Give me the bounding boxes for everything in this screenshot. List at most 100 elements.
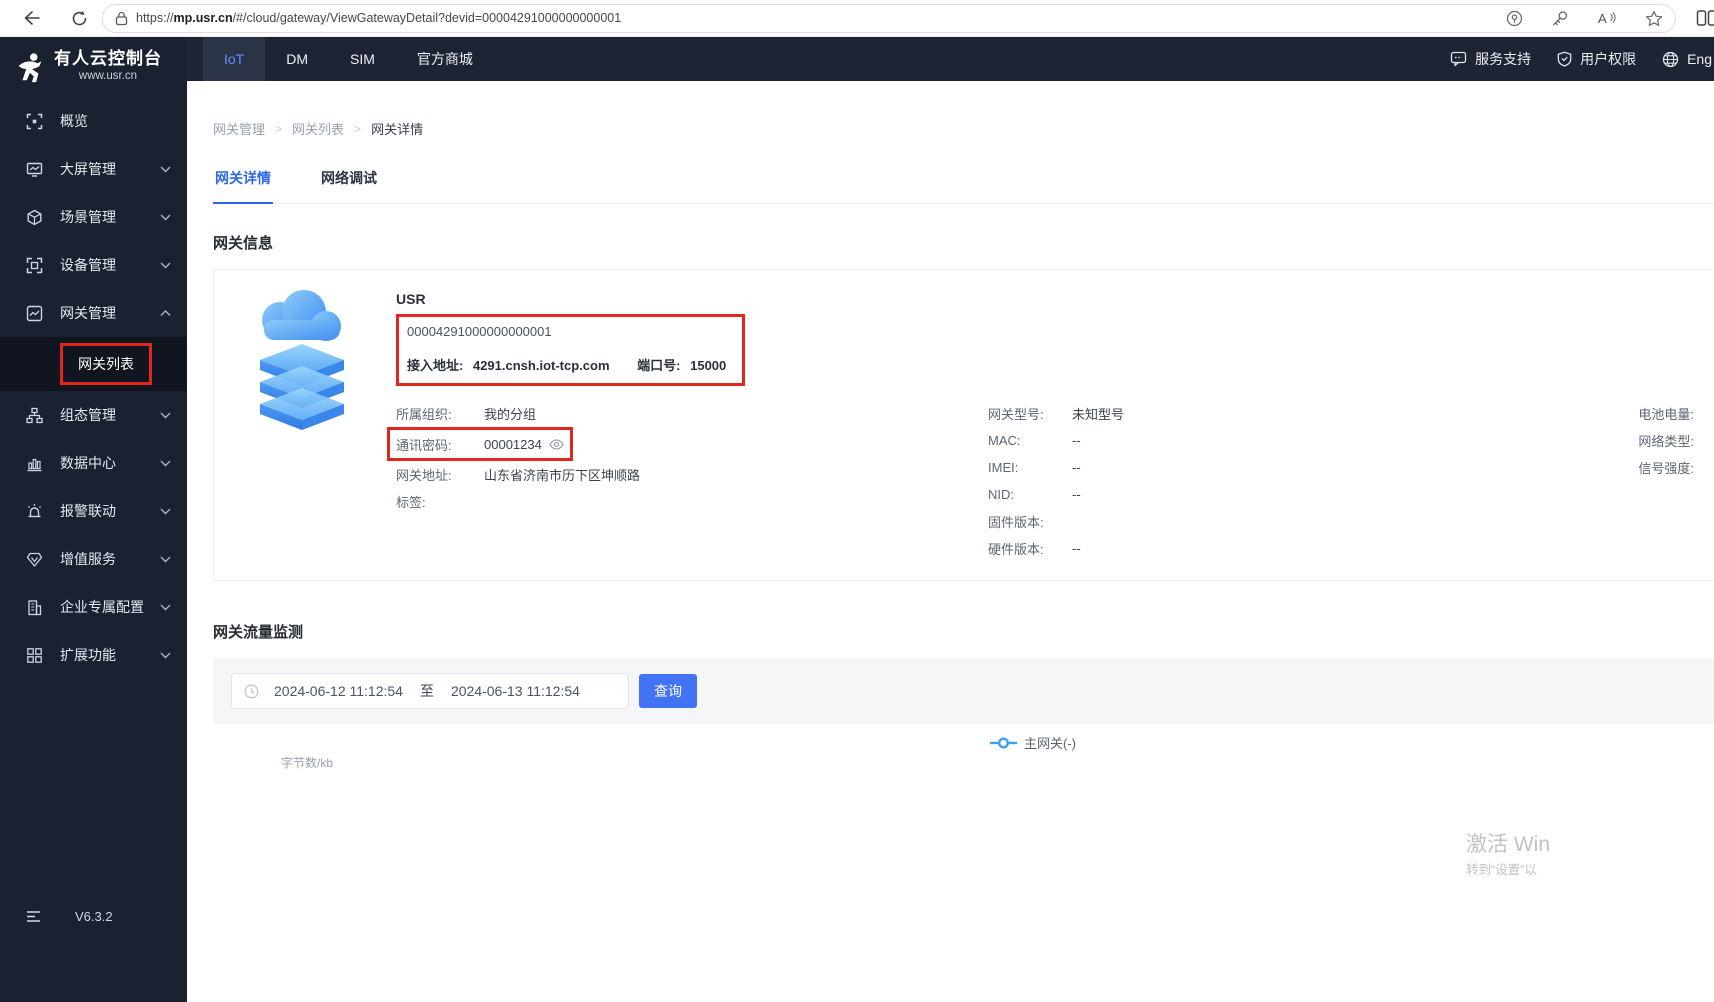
sidebar-item-enterprise-config[interactable]: 企业专属配置 xyxy=(0,583,187,631)
gateway-list-highlight: 网关列表 xyxy=(60,343,152,385)
shield-icon xyxy=(1557,51,1572,67)
page-content: 网关管理 > 网关列表 > 网关详情 网关详情 网络调试 网关信息 xyxy=(187,81,1714,1002)
sidebar-item-label: 报警联动 xyxy=(60,501,152,521)
sidebar-item-label: 概览 xyxy=(60,111,171,131)
y-axis-label: 字节数/kb xyxy=(281,754,333,771)
sidebar-item-gateway-mgmt[interactable]: 网关管理 xyxy=(0,289,187,337)
sidebar-item-data-center[interactable]: 数据中心 xyxy=(0,439,187,487)
sidebar-item-gateway-list[interactable]: 网关列表 xyxy=(0,337,187,391)
browser-refresh-button[interactable] xyxy=(62,4,96,32)
sidebar-item-device-mgmt[interactable]: 设备管理 xyxy=(0,241,187,289)
chevron-down-icon xyxy=(160,556,171,563)
breadcrumb-gateway-mgmt[interactable]: 网关管理 xyxy=(213,119,265,138)
nav-tab-sim[interactable]: SIM xyxy=(329,37,396,81)
detail-tabs: 网关详情 网络调试 xyxy=(213,162,1714,204)
padlock-icon xyxy=(115,11,128,26)
grid-icon xyxy=(26,647,43,664)
eye-icon[interactable] xyxy=(549,439,564,450)
query-button[interactable]: 查询 xyxy=(639,674,697,708)
tab-gateway-detail[interactable]: 网关详情 xyxy=(213,162,273,204)
globe-icon xyxy=(1662,51,1679,68)
favorite-star-icon[interactable] xyxy=(1645,10,1663,27)
sidebar-item-extensions[interactable]: 扩展功能 xyxy=(0,631,187,679)
service-support-label: 服务支持 xyxy=(1475,49,1531,69)
sidebar: 有人云控制台 www.usr.cn 概览 大屏管理 场景管理 设备管理 xyxy=(0,37,187,1002)
svg-text:A: A xyxy=(1598,11,1607,26)
collapse-sidebar-icon[interactable] xyxy=(26,910,41,923)
gateway-info-card: USR 00004291000000000001 接入地址: 4291.cnsh… xyxy=(213,269,1714,581)
app-title: 有人云控制台 xyxy=(54,49,162,69)
chevron-down-icon xyxy=(160,604,171,611)
nav-tab-dm[interactable]: DM xyxy=(265,37,329,81)
clock-icon xyxy=(244,684,259,699)
date-range-picker[interactable]: 2024-06-12 11:12:54 至 2024-06-13 11:12:5… xyxy=(231,673,629,709)
chevron-down-icon xyxy=(160,460,171,467)
sidebar-item-scene-mgmt[interactable]: 场景管理 xyxy=(0,193,187,241)
field-battery: 电池电量: xyxy=(1638,400,1694,427)
port-value: 15000 xyxy=(690,358,726,373)
location-icon[interactable] xyxy=(1506,10,1523,27)
device-id: 00004291000000000001 xyxy=(407,324,726,340)
big-screen-icon xyxy=(26,161,43,178)
date-start-value[interactable]: 2024-06-12 11:12:54 xyxy=(274,683,403,699)
gateway-icon xyxy=(26,305,43,322)
access-address-label: 接入地址: xyxy=(407,358,463,373)
sidebar-item-label: 数据中心 xyxy=(60,453,152,473)
sidebar-menu: 概览 大屏管理 场景管理 设备管理 网关管理 xyxy=(0,97,187,679)
browser-toolbar: https://mp.usr.cn/#/cloud/gateway/ViewGa… xyxy=(0,0,1714,37)
password-key-icon[interactable] xyxy=(1551,10,1569,27)
service-support-link[interactable]: 服务支持 xyxy=(1450,49,1531,69)
sidebar-item-label: 组态管理 xyxy=(60,405,152,425)
field-gateway-model: 网关型号: 未知型号 xyxy=(988,400,1124,427)
breadcrumb-separator: > xyxy=(354,122,361,136)
sidebar-item-config-mgmt[interactable]: 组态管理 xyxy=(0,391,187,439)
date-range-separator: 至 xyxy=(420,681,434,701)
sidebar-item-value-added[interactable]: 增值服务 xyxy=(0,535,187,583)
bar-chart-icon xyxy=(26,455,43,472)
building-icon xyxy=(26,599,43,616)
nav-tab-iot[interactable]: IoT xyxy=(203,37,265,81)
chart-legend-main-gateway[interactable]: 主网关(-) xyxy=(990,733,1076,752)
gem-icon xyxy=(26,551,43,568)
browser-back-button[interactable] xyxy=(14,4,48,32)
user-permission-link[interactable]: 用户权限 xyxy=(1557,49,1636,69)
app-version: V6.3.2 xyxy=(75,909,113,924)
sitemap-icon xyxy=(26,407,43,424)
sidebar-item-label: 网关管理 xyxy=(60,303,152,323)
split-screen-button[interactable] xyxy=(1690,4,1714,32)
legend-label: 主网关(-) xyxy=(1024,733,1076,752)
traffic-monitor-title: 网关流量监测 xyxy=(213,621,1714,642)
tab-network-debug[interactable]: 网络调试 xyxy=(319,162,379,203)
breadcrumb-gateway-list[interactable]: 网关列表 xyxy=(292,119,344,138)
overview-icon xyxy=(26,113,43,130)
top-navigation: IoT DM SIM 官方商城 服务支持 用户权限 Eng xyxy=(187,37,1714,81)
chevron-down-icon xyxy=(160,412,171,419)
read-aloud-icon[interactable]: A xyxy=(1597,10,1617,26)
app-subtitle: www.usr.cn xyxy=(54,69,162,83)
sidebar-item-alarm-linkage[interactable]: 报警联动 xyxy=(0,487,187,535)
gateway-illustration xyxy=(242,286,362,436)
sidebar-item-overview[interactable]: 概览 xyxy=(0,97,187,145)
sidebar-item-screen-mgmt[interactable]: 大屏管理 xyxy=(0,145,187,193)
traffic-filter-panel: 2024-06-12 11:12:54 至 2024-06-13 11:12:5… xyxy=(213,658,1714,724)
split-screen-icon xyxy=(1696,9,1714,27)
annotation-box-comm-password: 通讯密码: 00001234 xyxy=(387,427,573,461)
port-label: 端口号: xyxy=(637,358,680,373)
field-signal-strength: 信号强度: xyxy=(1638,454,1694,481)
chevron-down-icon xyxy=(160,214,171,221)
url-text[interactable]: https://mp.usr.cn/#/cloud/gateway/ViewGa… xyxy=(136,11,621,25)
breadcrumb-gateway-detail: 网关详情 xyxy=(371,119,423,138)
usr-logo-icon xyxy=(13,51,47,85)
back-arrow-icon xyxy=(22,10,40,26)
field-hardware: 硬件版本: -- xyxy=(988,535,1124,562)
address-bar[interactable]: https://mp.usr.cn/#/cloud/gateway/ViewGa… xyxy=(102,4,1676,33)
language-label: Eng xyxy=(1687,51,1712,67)
field-network-type: 网络类型: xyxy=(1638,427,1694,454)
field-gateway-address: 网关地址: 山东省济南市历下区坤顺路 xyxy=(396,461,956,488)
date-end-value[interactable]: 2024-06-13 11:12:54 xyxy=(451,683,580,699)
language-switch[interactable]: Eng xyxy=(1662,51,1712,68)
chevron-down-icon xyxy=(160,166,171,173)
logo[interactable]: 有人云控制台 www.usr.cn xyxy=(0,45,187,93)
nav-tab-mall[interactable]: 官方商城 xyxy=(396,37,494,81)
gateway-info-title: 网关信息 xyxy=(213,232,1714,253)
